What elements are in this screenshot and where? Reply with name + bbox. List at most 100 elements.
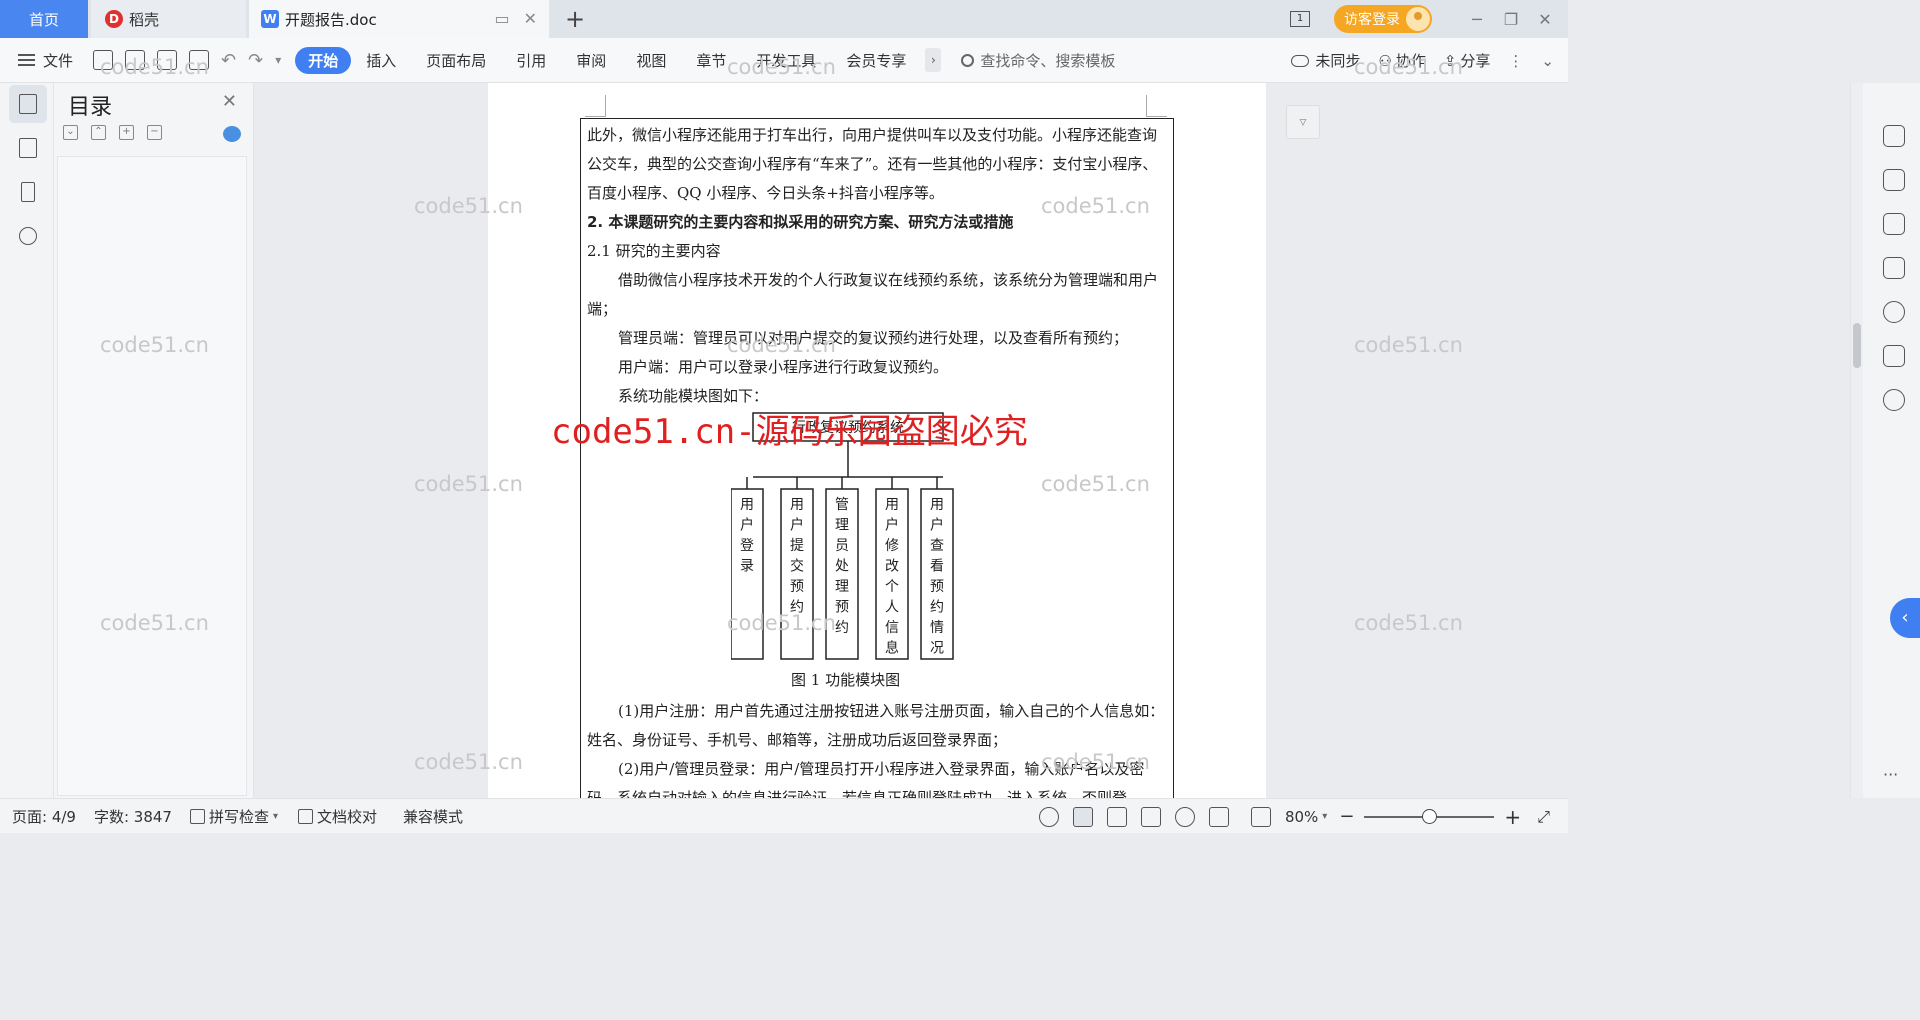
window-layout-icon[interactable]: 1 (1290, 11, 1310, 27)
tab-document[interactable]: W 开题报告.doc ▭ ✕ (249, 0, 549, 38)
expand-side-panel-chevron-icon[interactable]: ‹ (1890, 598, 1920, 638)
fit-page-icon[interactable] (1250, 806, 1271, 827)
toc-title: 目录 (68, 95, 113, 120)
diagram-module-label: 管理员处理预约 (835, 497, 849, 636)
crop-mark (585, 116, 605, 117)
share-label: 分享 (1460, 52, 1491, 70)
collapse-all-icon[interactable]: ⌃ (91, 125, 106, 140)
more-tools-icon[interactable]: ··· (1883, 765, 1898, 784)
remove-heading-icon[interactable]: − (147, 125, 162, 140)
crop-mark (1147, 116, 1167, 117)
chapter-nav-button[interactable] (9, 129, 47, 167)
function-module-diagram: 行政复议预约系统 用户登录用户提交预约管理员处理预约用户修改个人信息用户查看预约… (731, 412, 954, 660)
zoom-slider-knob[interactable] (1422, 808, 1438, 824)
tab-member[interactable]: 会员专享 (831, 50, 921, 71)
zoom-slider[interactable] (1364, 808, 1495, 824)
page-indicator[interactable]: 页面: 4/9 (12, 806, 76, 827)
status-bar: 页面: 4/9 字数: 3847 拼写检查 ▾ 文档校对 兼容模式 80% ▾ −… (0, 798, 1568, 833)
outline-view-icon[interactable] (1106, 806, 1127, 827)
page-side-tool-icon[interactable]: ▿ (1286, 105, 1320, 139)
file-menu[interactable]: 文件 (18, 50, 73, 71)
close-window-icon[interactable]: ✕ (1528, 10, 1562, 29)
print-icon[interactable] (157, 50, 178, 70)
zoom-level[interactable]: 80% (1285, 808, 1318, 826)
redo-icon[interactable]: ↷ (248, 50, 263, 71)
save-icon[interactable] (93, 50, 114, 70)
chevron-down-icon: ▾ (272, 810, 279, 822)
sync-status-button[interactable]: 未同步 (1291, 50, 1360, 71)
paragraph: (1)用户注册：用户首先通过注册按钮进入账号注册页面，输入自己的个人信息如：姓名… (587, 702, 1165, 749)
quick-access-dropdown-icon[interactable]: ▾ (275, 53, 281, 67)
toc-panel: 目录 ✕ ⌄ ⌃ + − (54, 83, 254, 798)
spell-check-label: 拼写检查 (208, 807, 269, 826)
tab-references[interactable]: 引用 (501, 50, 561, 71)
tab-page-layout[interactable]: 页面布局 (411, 50, 501, 71)
cursor-icon[interactable] (1883, 213, 1905, 235)
undo-icon[interactable]: ↶ (221, 50, 236, 71)
crop-mark (605, 95, 606, 117)
tab-view[interactable]: 视图 (621, 50, 681, 71)
figure-caption: 图 1 功能模块图 (791, 671, 901, 689)
word-count[interactable]: 字数: 3847 (94, 806, 172, 827)
right-tool-rail: ‹ ··· (1850, 83, 1920, 798)
translate-icon[interactable] (1883, 345, 1905, 367)
restore-icon[interactable]: ❐ (1494, 10, 1528, 29)
menu-icon (18, 54, 35, 66)
collapse-ribbon-icon[interactable]: ⌄ (1541, 52, 1554, 70)
write-mode-icon[interactable] (1208, 806, 1229, 827)
tab-developer[interactable]: 开发工具 (741, 50, 831, 71)
more-options-icon[interactable]: ⋮ (1508, 52, 1523, 70)
vertical-scrollbar[interactable] (1851, 83, 1863, 798)
float-window-icon[interactable]: ▭ (494, 9, 509, 28)
reading-view-icon[interactable] (1140, 806, 1161, 827)
tab-home[interactable]: 首页 (0, 0, 88, 38)
lightning-icon[interactable] (1883, 389, 1905, 411)
new-tab-button[interactable]: + (560, 0, 590, 38)
command-search[interactable]: 查找命令、搜索模板 (961, 50, 1115, 71)
visitor-login-button[interactable]: 访客登录 (1334, 5, 1432, 33)
cloud-icon (1291, 54, 1310, 67)
compat-mode-label: 兼容模式 (403, 807, 464, 826)
doc-proof-label: 文档校对 (317, 807, 378, 826)
minimize-icon[interactable]: ─ (1460, 10, 1494, 29)
more-tabs-chevron-icon[interactable]: › (925, 48, 942, 72)
tab-daoke[interactable]: D 稻壳 (91, 0, 246, 38)
tab-start[interactable]: 开始 (295, 46, 352, 74)
scrollbar-thumb[interactable] (1853, 323, 1861, 368)
pen-icon[interactable] (1883, 169, 1905, 191)
zoom-in-icon[interactable]: + (1504, 805, 1521, 829)
toc-nav-button[interactable] (9, 85, 47, 123)
close-icon[interactable]: ✕ (222, 91, 237, 112)
rocket-icon[interactable] (1883, 125, 1905, 147)
eye-protection-icon[interactable] (1038, 806, 1059, 827)
add-heading-icon[interactable]: + (119, 125, 134, 140)
spell-check-button[interactable]: 拼写检查 ▾ (189, 806, 279, 827)
document-page[interactable]: 此外，微信小程序还能用于打车出行，向用户提供叫车以及支付功能。小程序还能查询公交… (488, 83, 1266, 798)
tab-review[interactable]: 审阅 (561, 50, 621, 71)
fullscreen-icon[interactable]: ⤢ (1537, 807, 1550, 827)
web-view-icon[interactable] (1174, 806, 1195, 827)
paragraph: 管理员端：管理员可以对用户提交的复议预约进行处理，以及查看所有预约； (618, 329, 1129, 347)
zoom-dropdown-icon[interactable]: ▾ (1322, 811, 1327, 822)
expand-all-icon[interactable]: ⌄ (63, 125, 78, 140)
tab-chapter[interactable]: 章节 (681, 50, 741, 71)
diagram-root-label: 行政复议预约系统 (792, 419, 904, 436)
print-preview-icon[interactable] (189, 50, 210, 70)
find-button[interactable] (9, 217, 47, 255)
bookmark-button[interactable] (9, 173, 47, 211)
doc-proof-button[interactable]: 文档校对 (298, 806, 377, 827)
help-icon[interactable] (1883, 301, 1905, 323)
toc-sync-icon[interactable] (223, 126, 241, 142)
page-view-icon[interactable] (1072, 806, 1093, 827)
sliders-icon[interactable] (1883, 257, 1905, 279)
tab-insert[interactable]: 插入 (351, 50, 411, 71)
collaborate-label: 协作 (1395, 52, 1426, 70)
share-button[interactable]: ⇪ 分享 (1444, 50, 1491, 71)
collaborate-button[interactable]: ⚇ 协作 (1378, 50, 1425, 71)
zoom-out-icon[interactable]: − (1339, 806, 1354, 827)
export-pdf-icon[interactable] (125, 50, 146, 70)
document-area: 此外，微信小程序还能用于打车出行，向用户提供叫车以及支付功能。小程序还能查询公交… (254, 83, 1498, 798)
paragraph: (2)用户/管理员登录：用户/管理员打开小程序进入登录界面，输入账户名以及密码，… (587, 760, 1145, 798)
close-tab-icon[interactable]: ✕ (524, 9, 537, 28)
ribbon-tabs: 开始 插入 页面布局 引用 审阅 视图 章节 开发工具 会员专享 › (295, 46, 942, 74)
